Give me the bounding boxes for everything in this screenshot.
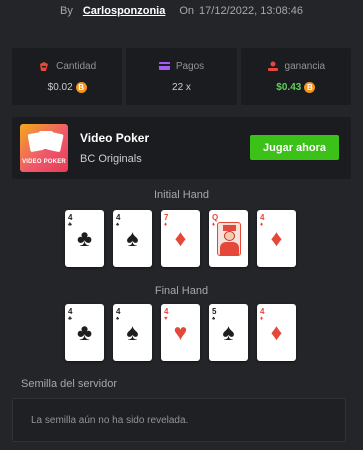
queen-portrait-icon	[217, 222, 241, 256]
heart-icon: ♥	[173, 319, 188, 345]
server-seed-field: La semilla aún no ha sido revelada.	[12, 398, 346, 442]
playing-card: 7 ♦ ♦	[161, 210, 200, 267]
card-rank: 4	[68, 307, 73, 316]
server-seed-placeholder: La semilla aún no ha sido revelada.	[31, 415, 189, 426]
stat-profit-value: $0.43	[276, 81, 302, 93]
play-now-button[interactable]: Jugar ahora	[250, 135, 339, 160]
game-provider: BC Originals	[80, 153, 142, 165]
bet-stats: Cantidad $0.02 B Pagos 22 x ganancia $0.…	[12, 48, 351, 105]
stat-profit-label: ganancia	[284, 60, 326, 72]
final-hand-title: Final Hand	[154, 285, 209, 297]
playing-card: 5 ♠ ♠	[209, 304, 248, 361]
spade-icon: ♠	[126, 225, 139, 251]
playing-card: 4 ♣ ♣	[65, 304, 104, 361]
diamond-icon: ♦	[174, 225, 187, 251]
on-label: On	[179, 5, 195, 17]
initial-hand: 4 ♣ ♣ 4 ♠ ♠ 7 ♦ ♦ Q ♦ 4 ♦ ♦	[65, 210, 297, 267]
club-icon: ♣	[76, 225, 93, 251]
stat-payout-value: 22 x	[172, 81, 191, 93]
by-label: By	[59, 5, 73, 17]
spade-icon: ♠	[126, 319, 139, 345]
playing-card: 4 ♦ ♦	[257, 304, 296, 361]
card-rank: 4	[68, 213, 73, 222]
card-rank: 4	[260, 213, 265, 222]
club-icon: ♣	[76, 319, 93, 345]
game-info: VIDEO POKER Video Poker BC Originals Jug…	[12, 117, 351, 179]
bet-datetime: 17/12/2022, 13:08:46	[199, 5, 304, 17]
playing-card: 4 ♥ ♥	[161, 304, 200, 361]
playing-card: 4 ♦ ♦	[257, 210, 296, 267]
card-rank: 4	[116, 307, 121, 316]
stat-payout-label: Pagos	[175, 60, 205, 72]
stat-payout: Pagos 22 x	[126, 48, 237, 105]
stat-amount: Cantidad $0.02 B	[12, 48, 123, 105]
bitcoin-icon: B	[304, 81, 316, 93]
diamond-icon: ♦	[270, 319, 283, 345]
card-rank: 4	[116, 213, 121, 222]
card-rank: 4	[164, 307, 169, 316]
server-seed-label: Semilla del servidor	[21, 378, 117, 390]
initial-hand-title: Initial Hand	[153, 189, 210, 201]
card-rank: 4	[260, 307, 265, 316]
card-rank: Q	[212, 213, 219, 222]
stat-profit: ganancia $0.43 B	[240, 48, 351, 105]
final-hand: 4 ♣ ♣ 4 ♠ ♠ 4 ♥ ♥ 5 ♠ ♠ 4 ♦ ♦	[65, 304, 297, 361]
thumbnail-label: VIDEO POKER	[22, 159, 66, 165]
card-rank: 5	[212, 307, 217, 316]
stat-amount-value: $0.02	[47, 81, 73, 93]
diamond-icon: ♦	[270, 225, 283, 251]
card-rank: 7	[164, 213, 169, 222]
coins-icon	[267, 61, 278, 71]
game-name: Video Poker	[80, 131, 150, 145]
money-bag-icon	[40, 61, 49, 71]
playing-card: 4 ♠ ♠	[113, 304, 152, 361]
stat-amount-label: Cantidad	[56, 60, 97, 72]
username-link[interactable]: Carlosponzonia	[83, 5, 166, 17]
bet-info-line: By Carlosponzonia On 17/12/2022, 13:08:4…	[0, 0, 363, 22]
playing-card-queen: Q ♦	[209, 210, 248, 267]
playing-card: 4 ♣ ♣	[65, 210, 104, 267]
spade-icon: ♠	[222, 319, 235, 345]
playing-card: 4 ♠ ♠	[113, 210, 152, 267]
bitcoin-icon: B	[75, 81, 87, 93]
card-icon	[158, 62, 170, 70]
diamond-icon: ♦	[212, 222, 216, 228]
video-poker-thumbnail[interactable]: VIDEO POKER	[20, 124, 68, 172]
